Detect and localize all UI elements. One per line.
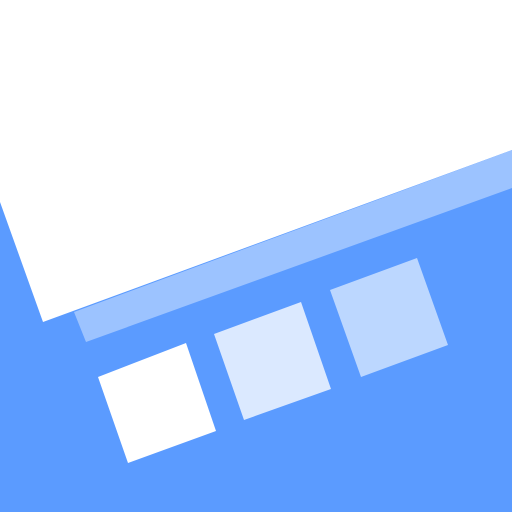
app-icon-canvas xyxy=(0,0,512,512)
tilted-panel-icon xyxy=(0,0,512,512)
